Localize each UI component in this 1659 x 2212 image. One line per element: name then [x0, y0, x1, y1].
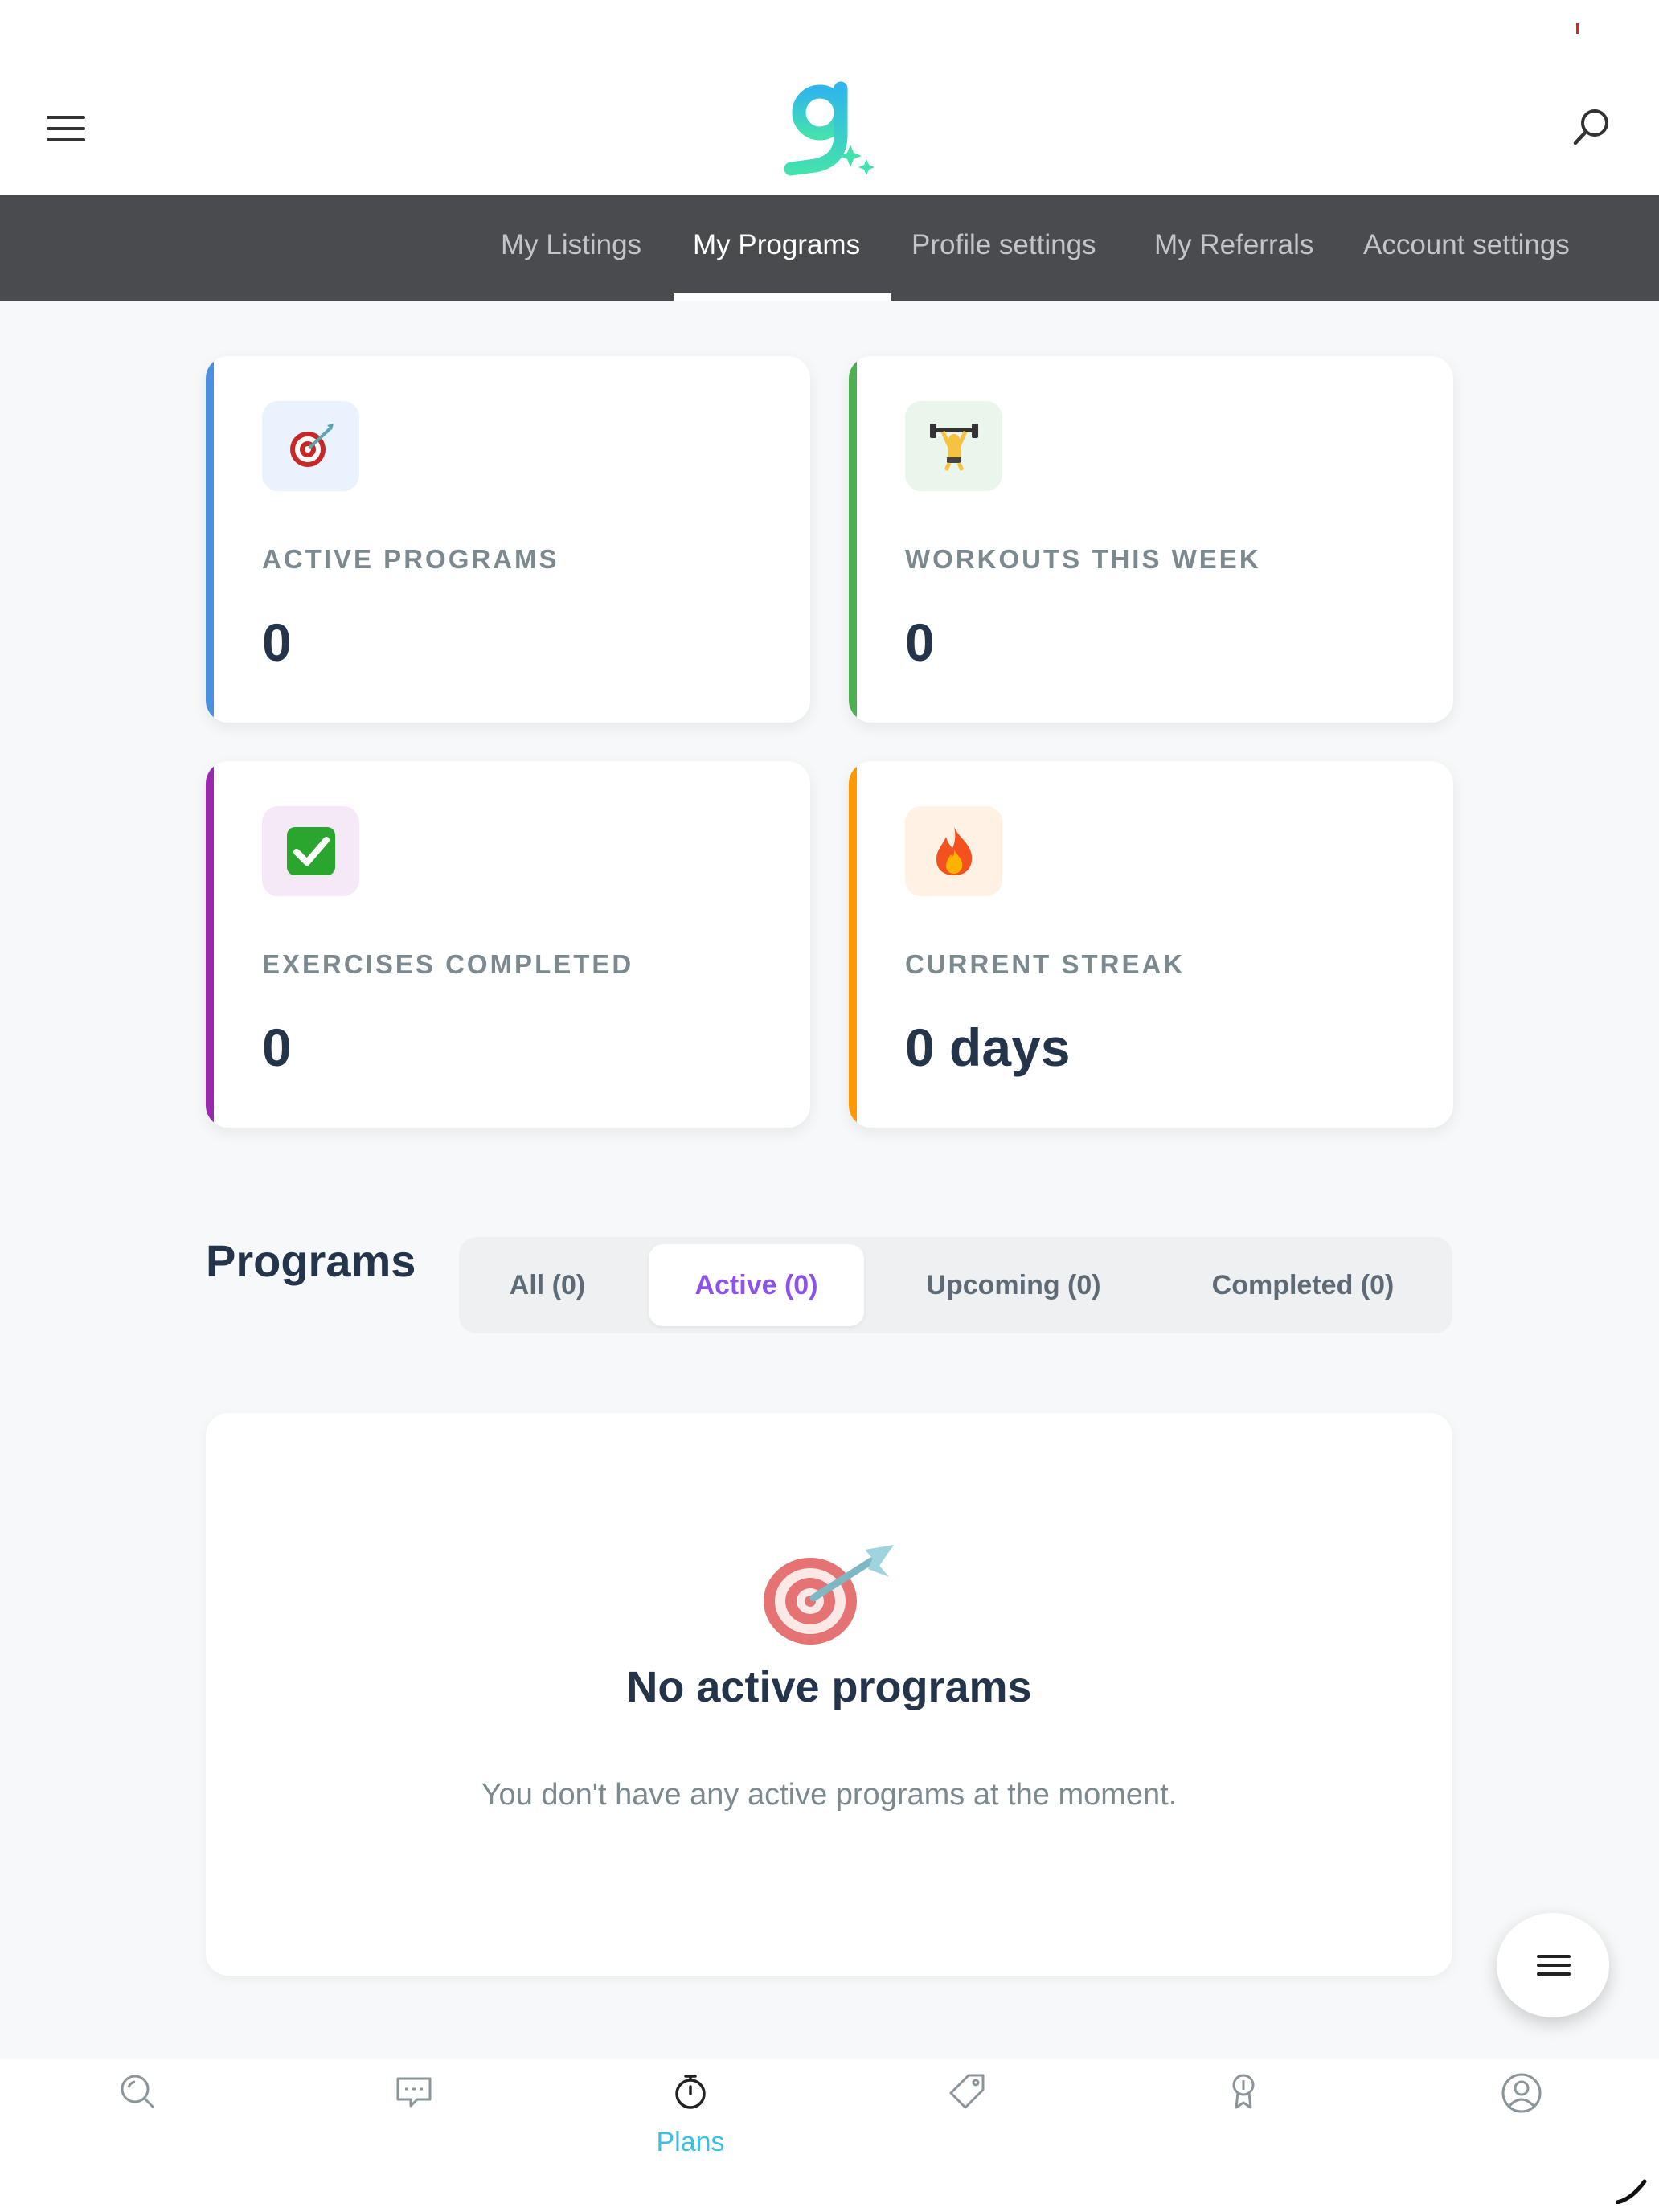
- stat-card-exercises-completed: EXERCISES COMPLETED 0: [206, 761, 810, 1128]
- filter-tab-completed[interactable]: Completed (0): [1166, 1244, 1440, 1326]
- target-icon: [760, 1542, 897, 1646]
- bottom-nav-label: Plans: [656, 2127, 725, 2157]
- profile-nav-bar: My Listings My Programs Profile settings…: [0, 195, 1659, 301]
- stat-label: EXERCISES COMPLETED: [262, 949, 634, 979]
- empty-state-card: No active programs You don't have any ac…: [206, 1413, 1452, 1976]
- bottom-nav-search[interactable]: [69, 2059, 206, 2180]
- fire-icon: [905, 806, 1002, 896]
- card-accent: [206, 761, 214, 1128]
- bottom-nav: Plans: [0, 2059, 1659, 2212]
- tab-profile-settings[interactable]: Profile settings: [911, 195, 1096, 301]
- program-filter-tabs: All (0) Active (0) Upcoming (0) Complete…: [459, 1237, 1452, 1333]
- bottom-nav-messages[interactable]: [346, 2059, 482, 2180]
- tab-account-settings[interactable]: Account settings: [1363, 195, 1570, 301]
- stat-value: 0: [262, 1018, 292, 1077]
- search-icon[interactable]: [1571, 106, 1612, 148]
- empty-state-title: No active programs: [626, 1663, 1032, 1711]
- bottom-nav-profile[interactable]: [1452, 2059, 1588, 2180]
- timer-icon: [675, 2075, 706, 2109]
- tag-icon: [949, 2074, 985, 2109]
- award-icon: [1232, 2074, 1255, 2109]
- stat-label: WORKOUTS THIS WEEK: [905, 544, 1261, 574]
- tab-my-programs[interactable]: My Programs: [693, 195, 860, 301]
- stat-value: 0: [905, 612, 935, 672]
- tab-my-referrals[interactable]: My Referrals: [1154, 195, 1313, 301]
- hamburger-icon[interactable]: [47, 113, 85, 145]
- bottom-nav-deals[interactable]: [899, 2059, 1035, 2180]
- filter-tab-upcoming[interactable]: Upcoming (0): [893, 1244, 1134, 1326]
- active-tab-indicator: [674, 293, 891, 301]
- card-accent: [206, 356, 214, 723]
- filter-tab-active[interactable]: Active (0): [649, 1244, 864, 1326]
- g-sparkle-logo-icon[interactable]: [781, 77, 879, 182]
- status-mark: [1576, 23, 1579, 34]
- stat-value: 0: [262, 612, 292, 672]
- stat-card-active-programs: ACTIVE PROGRAMS 0: [206, 356, 810, 723]
- check-mark-icon: [262, 806, 359, 896]
- top-header: [0, 0, 1659, 195]
- user-icon: [1501, 2073, 1542, 2113]
- corner-stroke-icon: [1615, 2178, 1648, 2205]
- stat-value: 0 days: [905, 1018, 1071, 1077]
- tab-my-listings[interactable]: My Listings: [501, 195, 641, 301]
- floating-menu-button[interactable]: [1497, 1913, 1609, 2017]
- filter-tab-all[interactable]: All (0): [483, 1244, 612, 1326]
- empty-state-message: You don't have any active programs at th…: [481, 1778, 1178, 1812]
- card-accent: [849, 761, 857, 1128]
- card-accent: [849, 356, 857, 723]
- stat-label: CURRENT STREAK: [905, 949, 1186, 979]
- bottom-nav-rewards[interactable]: [1175, 2059, 1312, 2180]
- target-icon: [262, 401, 359, 491]
- hamburger-icon: [1537, 1955, 1571, 1958]
- stat-card-workouts-this-week: WORKOUTS THIS WEEK 0: [849, 356, 1453, 723]
- search-icon: [121, 2075, 154, 2108]
- bottom-nav-plans[interactable]: Plans: [622, 2059, 759, 2180]
- chat-icon: [396, 2077, 432, 2108]
- stat-card-current-streak: CURRENT STREAK 0 days: [849, 761, 1453, 1128]
- stat-label: ACTIVE PROGRAMS: [262, 544, 559, 574]
- programs-heading: Programs: [206, 1235, 416, 1286]
- weightlifter-icon: [905, 401, 1002, 491]
